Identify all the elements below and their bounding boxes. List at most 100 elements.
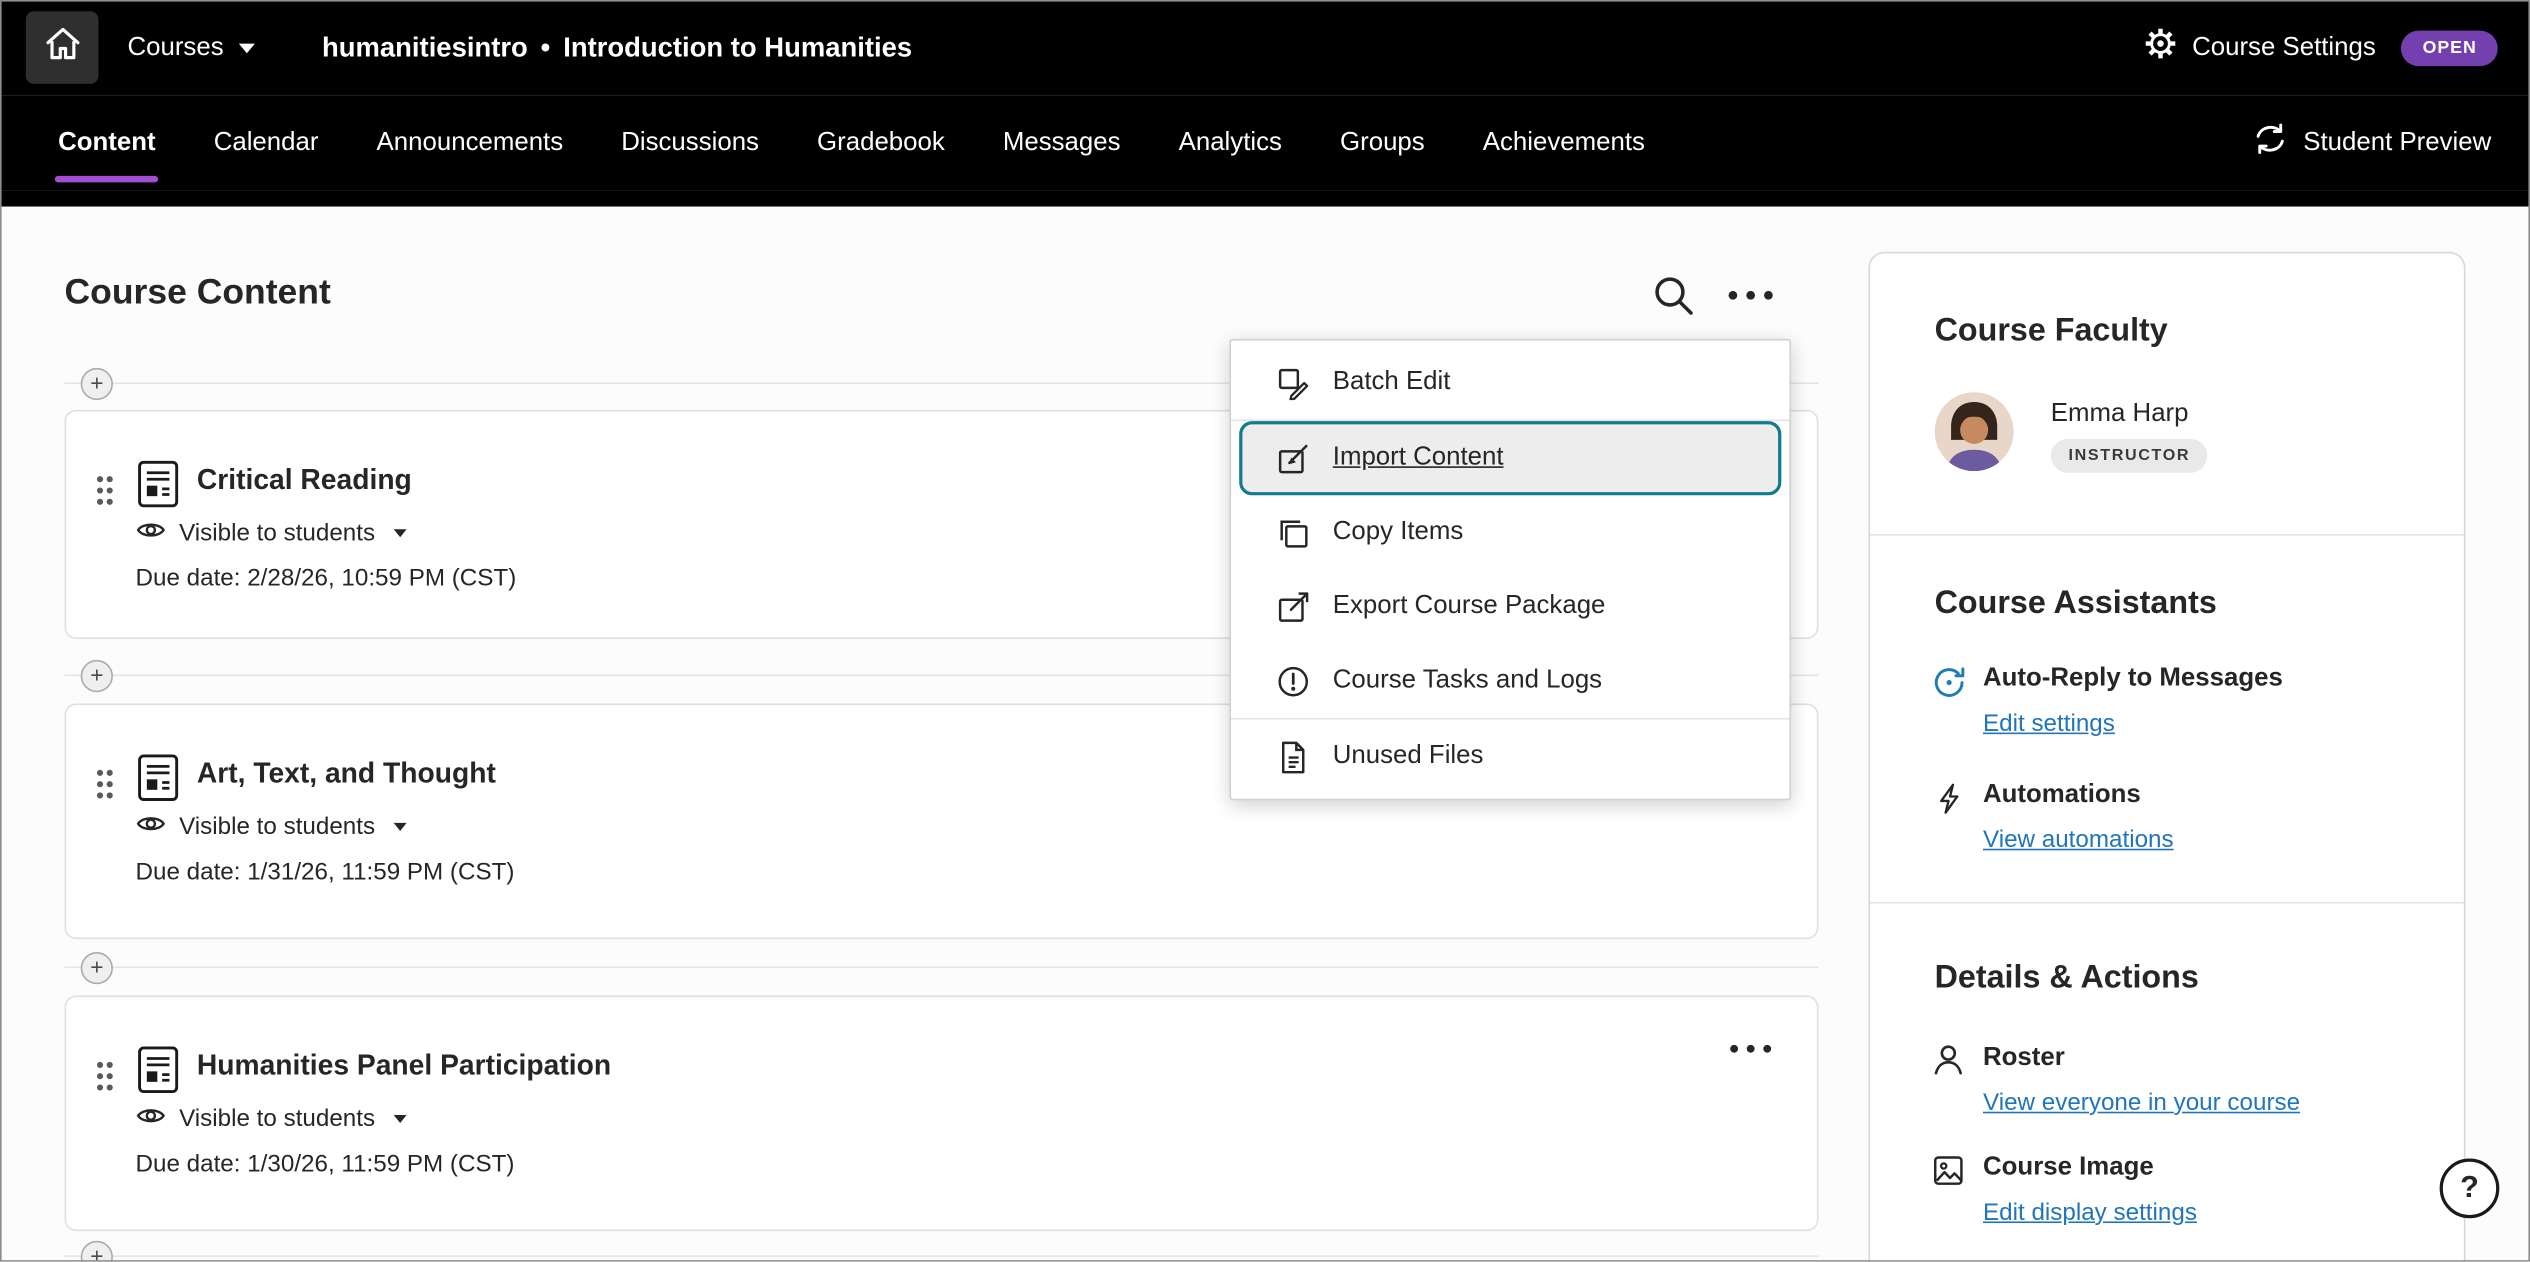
- auto-reply-icon: [1931, 665, 1966, 709]
- refresh-icon: [2253, 123, 2288, 163]
- eye-icon: [136, 520, 167, 547]
- visibility-label: Visible to students: [179, 813, 375, 840]
- document-icon: [137, 1046, 179, 1102]
- course-assistants-heading: Course Assistants: [1935, 586, 2217, 623]
- visibility-dropdown[interactable]: Visible to students: [136, 813, 408, 840]
- menu-item-label: Unused Files: [1333, 742, 1484, 771]
- tab-announcements[interactable]: Announcements: [377, 95, 564, 190]
- import-content-icon: [1275, 441, 1310, 475]
- page-title: Course Content: [65, 271, 331, 313]
- eye-icon: [136, 1105, 167, 1132]
- nav-bottom-strip: [0, 190, 2530, 206]
- visibility-dropdown[interactable]: Visible to students: [136, 520, 408, 547]
- home-button[interactable]: [26, 11, 99, 84]
- breadcrumb-separator: •: [541, 31, 551, 63]
- add-content-row: [65, 952, 1819, 984]
- gear-icon[interactable]: [2142, 26, 2177, 70]
- due-date-text: Due date: 2/28/26, 10:59 PM (CST): [136, 565, 517, 592]
- course-faculty-heading: Course Faculty: [1935, 313, 2168, 350]
- instructor-name: Emma Harp: [2051, 400, 2189, 429]
- content-overflow-menu-button[interactable]: [1723, 281, 1778, 310]
- menu-item-import-content[interactable]: Import Content: [1239, 421, 1781, 495]
- content-card: Humanities Panel Participation Visible t…: [65, 996, 1819, 1232]
- add-content-button[interactable]: [81, 952, 113, 984]
- file-icon: [1275, 740, 1310, 774]
- menu-item-label: Course Tasks and Logs: [1333, 666, 1602, 695]
- tab-gradebook[interactable]: Gradebook: [817, 95, 945, 190]
- course-settings-area: Course Settings OPEN: [2142, 26, 2498, 70]
- tab-messages[interactable]: Messages: [1003, 95, 1121, 190]
- course-image-icon: [1931, 1154, 1965, 1196]
- export-icon: [1275, 590, 1310, 624]
- course-settings-button[interactable]: Course Settings: [2192, 33, 2376, 62]
- ellipsis-icon: [1726, 281, 1774, 310]
- alert-circle-icon: [1275, 664, 1310, 698]
- help-button[interactable]: ?: [2440, 1159, 2500, 1219]
- add-content-button[interactable]: [81, 1241, 113, 1262]
- auto-reply-title: Auto-Reply to Messages: [1983, 665, 2283, 694]
- menu-item-batch-edit[interactable]: Batch Edit: [1231, 345, 1789, 419]
- eye-icon: [136, 813, 167, 840]
- top-bar: Courses humanitiesintro • Introduction t…: [0, 0, 2530, 95]
- drag-handle-icon[interactable]: [94, 766, 117, 810]
- content-item-title[interactable]: Critical Reading: [197, 463, 412, 497]
- menu-item-unused-files[interactable]: Unused Files: [1231, 720, 1789, 794]
- batch-edit-icon: [1275, 365, 1310, 399]
- avatar-image: [1935, 392, 2014, 471]
- edit-display-settings-link[interactable]: Edit display settings: [1983, 1199, 2197, 1226]
- courses-dropdown[interactable]: Courses: [127, 33, 254, 62]
- tab-analytics[interactable]: Analytics: [1179, 95, 1282, 190]
- add-content-button[interactable]: [81, 660, 113, 692]
- tab-content[interactable]: Content: [58, 95, 156, 190]
- chevron-down-icon: [394, 529, 407, 537]
- item-overflow-menu-button[interactable]: [1726, 1036, 1774, 1062]
- search-button[interactable]: [1652, 274, 1694, 316]
- view-automations-link[interactable]: View automations: [1983, 826, 2174, 853]
- details-actions-heading: Details & Actions: [1935, 960, 2199, 997]
- visibility-label: Visible to students: [179, 1105, 375, 1132]
- roster-person-icon: [1931, 1042, 1965, 1084]
- visibility-dropdown[interactable]: Visible to students: [136, 1105, 408, 1132]
- menu-item-export-course-package[interactable]: Export Course Package: [1231, 570, 1789, 644]
- menu-item-course-tasks-and-logs[interactable]: Course Tasks and Logs: [1231, 644, 1789, 718]
- panel-divider: [1870, 902, 2464, 904]
- menu-item-label: Import Content: [1333, 444, 1504, 473]
- student-preview-label: Student Preview: [2303, 128, 2491, 157]
- student-preview-button[interactable]: Student Preview: [2253, 95, 2491, 190]
- tab-discussions[interactable]: Discussions: [621, 95, 759, 190]
- instructor-role-badge: INSTRUCTOR: [2051, 439, 2208, 473]
- course-details-panel: Course Faculty Emma Harp INSTRUCTOR Cour…: [1868, 252, 2465, 1262]
- menu-item-label: Export Course Package: [1333, 592, 1606, 621]
- due-date-text: Due date: 1/30/26, 11:59 PM (CST): [136, 1150, 515, 1177]
- automations-title: Automations: [1983, 781, 2141, 810]
- due-date-text: Due date: 1/31/26, 11:59 PM (CST): [136, 858, 515, 885]
- auto-reply-edit-settings-link[interactable]: Edit settings: [1983, 710, 2115, 737]
- document-icon: [137, 754, 179, 810]
- visibility-label: Visible to students: [179, 520, 375, 547]
- add-content-button[interactable]: [81, 368, 113, 400]
- roster-title: Roster: [1983, 1044, 2065, 1073]
- content-overflow-menu: Batch Edit Import Content Copy Items Exp…: [1230, 339, 1792, 800]
- home-icon: [43, 24, 82, 71]
- breadcrumb-course-name: Introduction to Humanities: [563, 31, 912, 63]
- menu-item-label: Batch Edit: [1333, 368, 1451, 397]
- drag-handle-icon[interactable]: [94, 473, 117, 517]
- chevron-down-icon: [394, 823, 407, 831]
- add-content-row: [65, 1241, 1819, 1262]
- tab-calendar[interactable]: Calendar: [214, 95, 319, 190]
- content-item-title[interactable]: Humanities Panel Participation: [197, 1049, 611, 1083]
- copy-icon: [1275, 516, 1310, 550]
- tab-groups[interactable]: Groups: [1340, 95, 1425, 190]
- content-item-title[interactable]: Art, Text, and Thought: [197, 757, 496, 791]
- menu-item-copy-items[interactable]: Copy Items: [1231, 495, 1789, 569]
- breadcrumb-course-id: humanitiesintro: [322, 31, 528, 63]
- app-root: Courses humanitiesintro • Introduction t…: [0, 0, 2530, 1262]
- question-mark-icon: ?: [2460, 1171, 2479, 1206]
- roster-view-everyone-link[interactable]: View everyone in your course: [1983, 1089, 2300, 1116]
- drag-handle-icon[interactable]: [94, 1058, 117, 1102]
- course-nav: Content Calendar Announcements Discussio…: [0, 95, 2530, 190]
- course-image-title: Course Image: [1983, 1154, 2154, 1183]
- open-status-badge[interactable]: OPEN: [2402, 30, 2498, 65]
- chevron-down-icon: [238, 43, 254, 53]
- tab-achievements[interactable]: Achievements: [1483, 95, 1645, 190]
